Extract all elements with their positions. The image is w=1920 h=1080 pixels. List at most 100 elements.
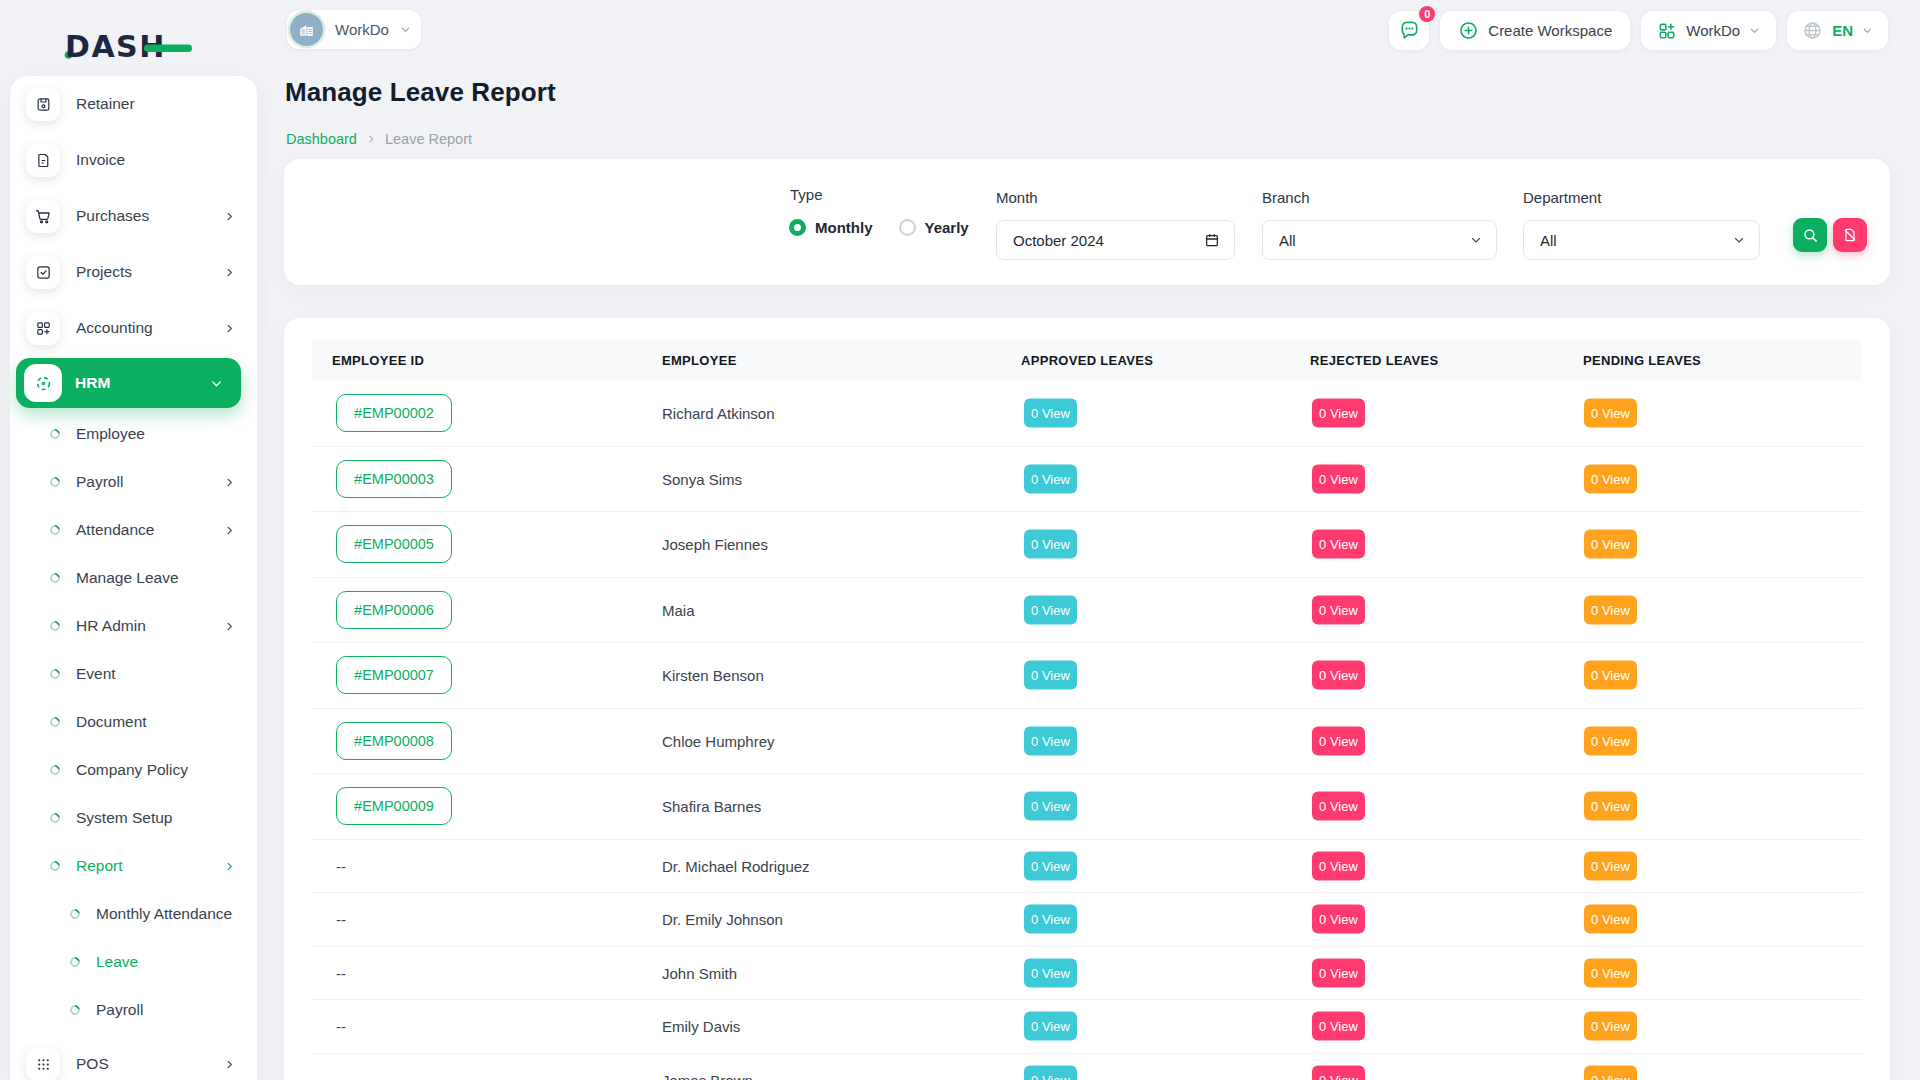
table-body: #EMP00002 Richard Atkinson 0 View 0 View 0 V… [312, 381, 1862, 1080]
language-label: EN [1832, 22, 1853, 39]
workdo-menu-button[interactable]: WorkDo [1641, 11, 1776, 50]
sidebar-item-invoice[interactable]: Invoice [10, 132, 257, 188]
reset-filter-button[interactable] [1833, 218, 1867, 252]
approved-leaves-badge[interactable]: 0 View [1024, 530, 1077, 559]
table-header-row: EMPLOYEE IDEMPLOYEEAPPROVED LEAVESREJECT… [312, 340, 1862, 381]
chevron-down-icon [1862, 25, 1873, 36]
pending-leaves-badge[interactable]: 0 View [1584, 595, 1637, 624]
brand-logo[interactable]: DASH [64, 27, 194, 65]
rejected-leaves-badge[interactable]: 0 View [1312, 726, 1365, 755]
employee-name: Richard Atkinson [662, 405, 775, 422]
rejected-leaves-badge[interactable]: 0 View [1312, 1065, 1365, 1080]
grid-plus-icon [1657, 21, 1677, 41]
sidebar-item-system-setup[interactable]: System Setup [10, 794, 257, 842]
rejected-leaves-badge[interactable]: 0 View [1312, 905, 1365, 934]
rejected-leaves-badge[interactable]: 0 View [1312, 464, 1365, 493]
pending-leaves-badge[interactable]: 0 View [1584, 1012, 1637, 1041]
sidebar-item-retainer[interactable]: Retainer [10, 76, 257, 132]
radio-yearly[interactable]: Yearly [899, 219, 969, 236]
employee-id-badge[interactable]: #EMP00007 [336, 656, 452, 694]
chevron-right-icon [224, 861, 235, 872]
sidebar-item-employee[interactable]: Employee [10, 410, 257, 458]
bullet-icon [48, 619, 62, 633]
rejected-leaves-badge[interactable]: 0 View [1312, 530, 1365, 559]
projects-icon [26, 255, 60, 289]
pending-leaves-badge[interactable]: 0 View [1584, 726, 1637, 755]
approved-leaves-badge[interactable]: 0 View [1024, 958, 1077, 987]
pending-leaves-badge[interactable]: 0 View [1584, 905, 1637, 934]
approved-leaves-badge[interactable]: 0 View [1024, 905, 1077, 934]
employee-name: James Brown [662, 1071, 753, 1080]
department-filter-label: Department [1523, 189, 1601, 206]
table-row: --Dr. Michael Rodriguez0 View0 View0 Vie… [312, 840, 1862, 894]
pending-leaves-badge[interactable]: 0 View [1584, 958, 1637, 987]
pending-leaves-badge[interactable]: 0 View [1584, 530, 1637, 559]
sidebar-item-purchases[interactable]: Purchases [10, 188, 257, 244]
pending-leaves-badge[interactable]: 0 View [1584, 1065, 1637, 1080]
sidebar-nav: RetainerInvoicePurchasesProjectsAccounti… [10, 76, 257, 1080]
sidebar-item-monthly-attendance[interactable]: Monthly Attendance [10, 890, 257, 938]
breadcrumb-dashboard-link[interactable]: Dashboard [286, 131, 357, 147]
language-selector[interactable]: EN [1787, 11, 1888, 50]
pending-leaves-badge[interactable]: 0 View [1584, 399, 1637, 428]
sidebar-item-hrm[interactable]: HRM [10, 356, 257, 410]
sidebar-item-accounting[interactable]: Accounting [10, 300, 257, 356]
employee-id-badge[interactable]: #EMP00006 [336, 591, 452, 629]
sidebar-item-hr-admin[interactable]: HR Admin [10, 602, 257, 650]
sidebar-item-payroll[interactable]: Payroll [10, 458, 257, 506]
rejected-leaves-badge[interactable]: 0 View [1312, 1012, 1365, 1041]
workspace-selector[interactable]: WorkDo [287, 10, 421, 49]
pending-leaves-badge[interactable]: 0 View [1584, 792, 1637, 821]
radio-selected-icon [789, 219, 806, 236]
search-button[interactable] [1793, 218, 1827, 252]
rejected-leaves-badge[interactable]: 0 View [1312, 792, 1365, 821]
employee-name: Dr. Emily Johnson [662, 911, 783, 928]
branch-select[interactable]: All [1262, 220, 1497, 260]
employee-id-empty: -- [336, 911, 346, 928]
rejected-leaves-badge[interactable]: 0 View [1312, 958, 1365, 987]
approved-leaves-badge[interactable]: 0 View [1024, 851, 1077, 880]
approved-leaves-badge[interactable]: 0 View [1024, 661, 1077, 690]
sidebar-item-event[interactable]: Event [10, 650, 257, 698]
radio-monthly[interactable]: Monthly [789, 219, 873, 236]
employee-id-badge[interactable]: #EMP00003 [336, 460, 452, 498]
sidebar-item-manage-leave[interactable]: Manage Leave [10, 554, 257, 602]
workdo-menu-label: WorkDo [1686, 22, 1740, 39]
invoice-icon [26, 143, 60, 177]
rejected-leaves-badge[interactable]: 0 View [1312, 661, 1365, 690]
sidebar-item-report[interactable]: Report [10, 842, 257, 890]
pending-leaves-badge[interactable]: 0 View [1584, 464, 1637, 493]
approved-leaves-badge[interactable]: 0 View [1024, 792, 1077, 821]
employee-id-badge[interactable]: #EMP00002 [336, 394, 452, 432]
chat-icon [1398, 19, 1421, 42]
chevron-right-icon [224, 525, 235, 536]
sidebar-item-leave[interactable]: Leave [10, 938, 257, 986]
rejected-leaves-badge[interactable]: 0 View [1312, 595, 1365, 624]
employee-id-badge[interactable]: #EMP00009 [336, 787, 452, 825]
sidebar-item-pos[interactable]: POS [10, 1034, 257, 1080]
sidebar-item-document[interactable]: Document [10, 698, 257, 746]
employee-name: Shafira Barnes [662, 798, 761, 815]
approved-leaves-badge[interactable]: 0 View [1024, 726, 1077, 755]
search-icon [1802, 227, 1819, 244]
approved-leaves-badge[interactable]: 0 View [1024, 399, 1077, 428]
sidebar-item-payroll[interactable]: Payroll [10, 986, 257, 1034]
rejected-leaves-badge[interactable]: 0 View [1312, 851, 1365, 880]
create-workspace-button[interactable]: Create Workspace [1440, 11, 1630, 50]
employee-id-badge[interactable]: #EMP00005 [336, 525, 452, 563]
approved-leaves-badge[interactable]: 0 View [1024, 1065, 1077, 1080]
sidebar-item-attendance[interactable]: Attendance [10, 506, 257, 554]
table-row: -- Dr. Emily Johnson 0 View 0 View 0 View [312, 893, 1862, 947]
approved-leaves-badge[interactable]: 0 View [1024, 464, 1077, 493]
approved-leaves-badge[interactable]: 0 View [1024, 595, 1077, 624]
employee-id-badge[interactable]: #EMP00008 [336, 722, 452, 760]
sidebar-item-company-policy[interactable]: Company Policy [10, 746, 257, 794]
pending-leaves-badge[interactable]: 0 View [1584, 661, 1637, 690]
sidebar-item-projects[interactable]: Projects [10, 244, 257, 300]
messages-button[interactable]: 0 [1389, 11, 1429, 50]
month-input[interactable]: October 2024 [996, 220, 1235, 260]
approved-leaves-badge[interactable]: 0 View [1024, 1012, 1077, 1041]
rejected-leaves-badge[interactable]: 0 View [1312, 399, 1365, 428]
department-select[interactable]: All [1523, 220, 1760, 260]
pending-leaves-badge[interactable]: 0 View [1584, 851, 1637, 880]
